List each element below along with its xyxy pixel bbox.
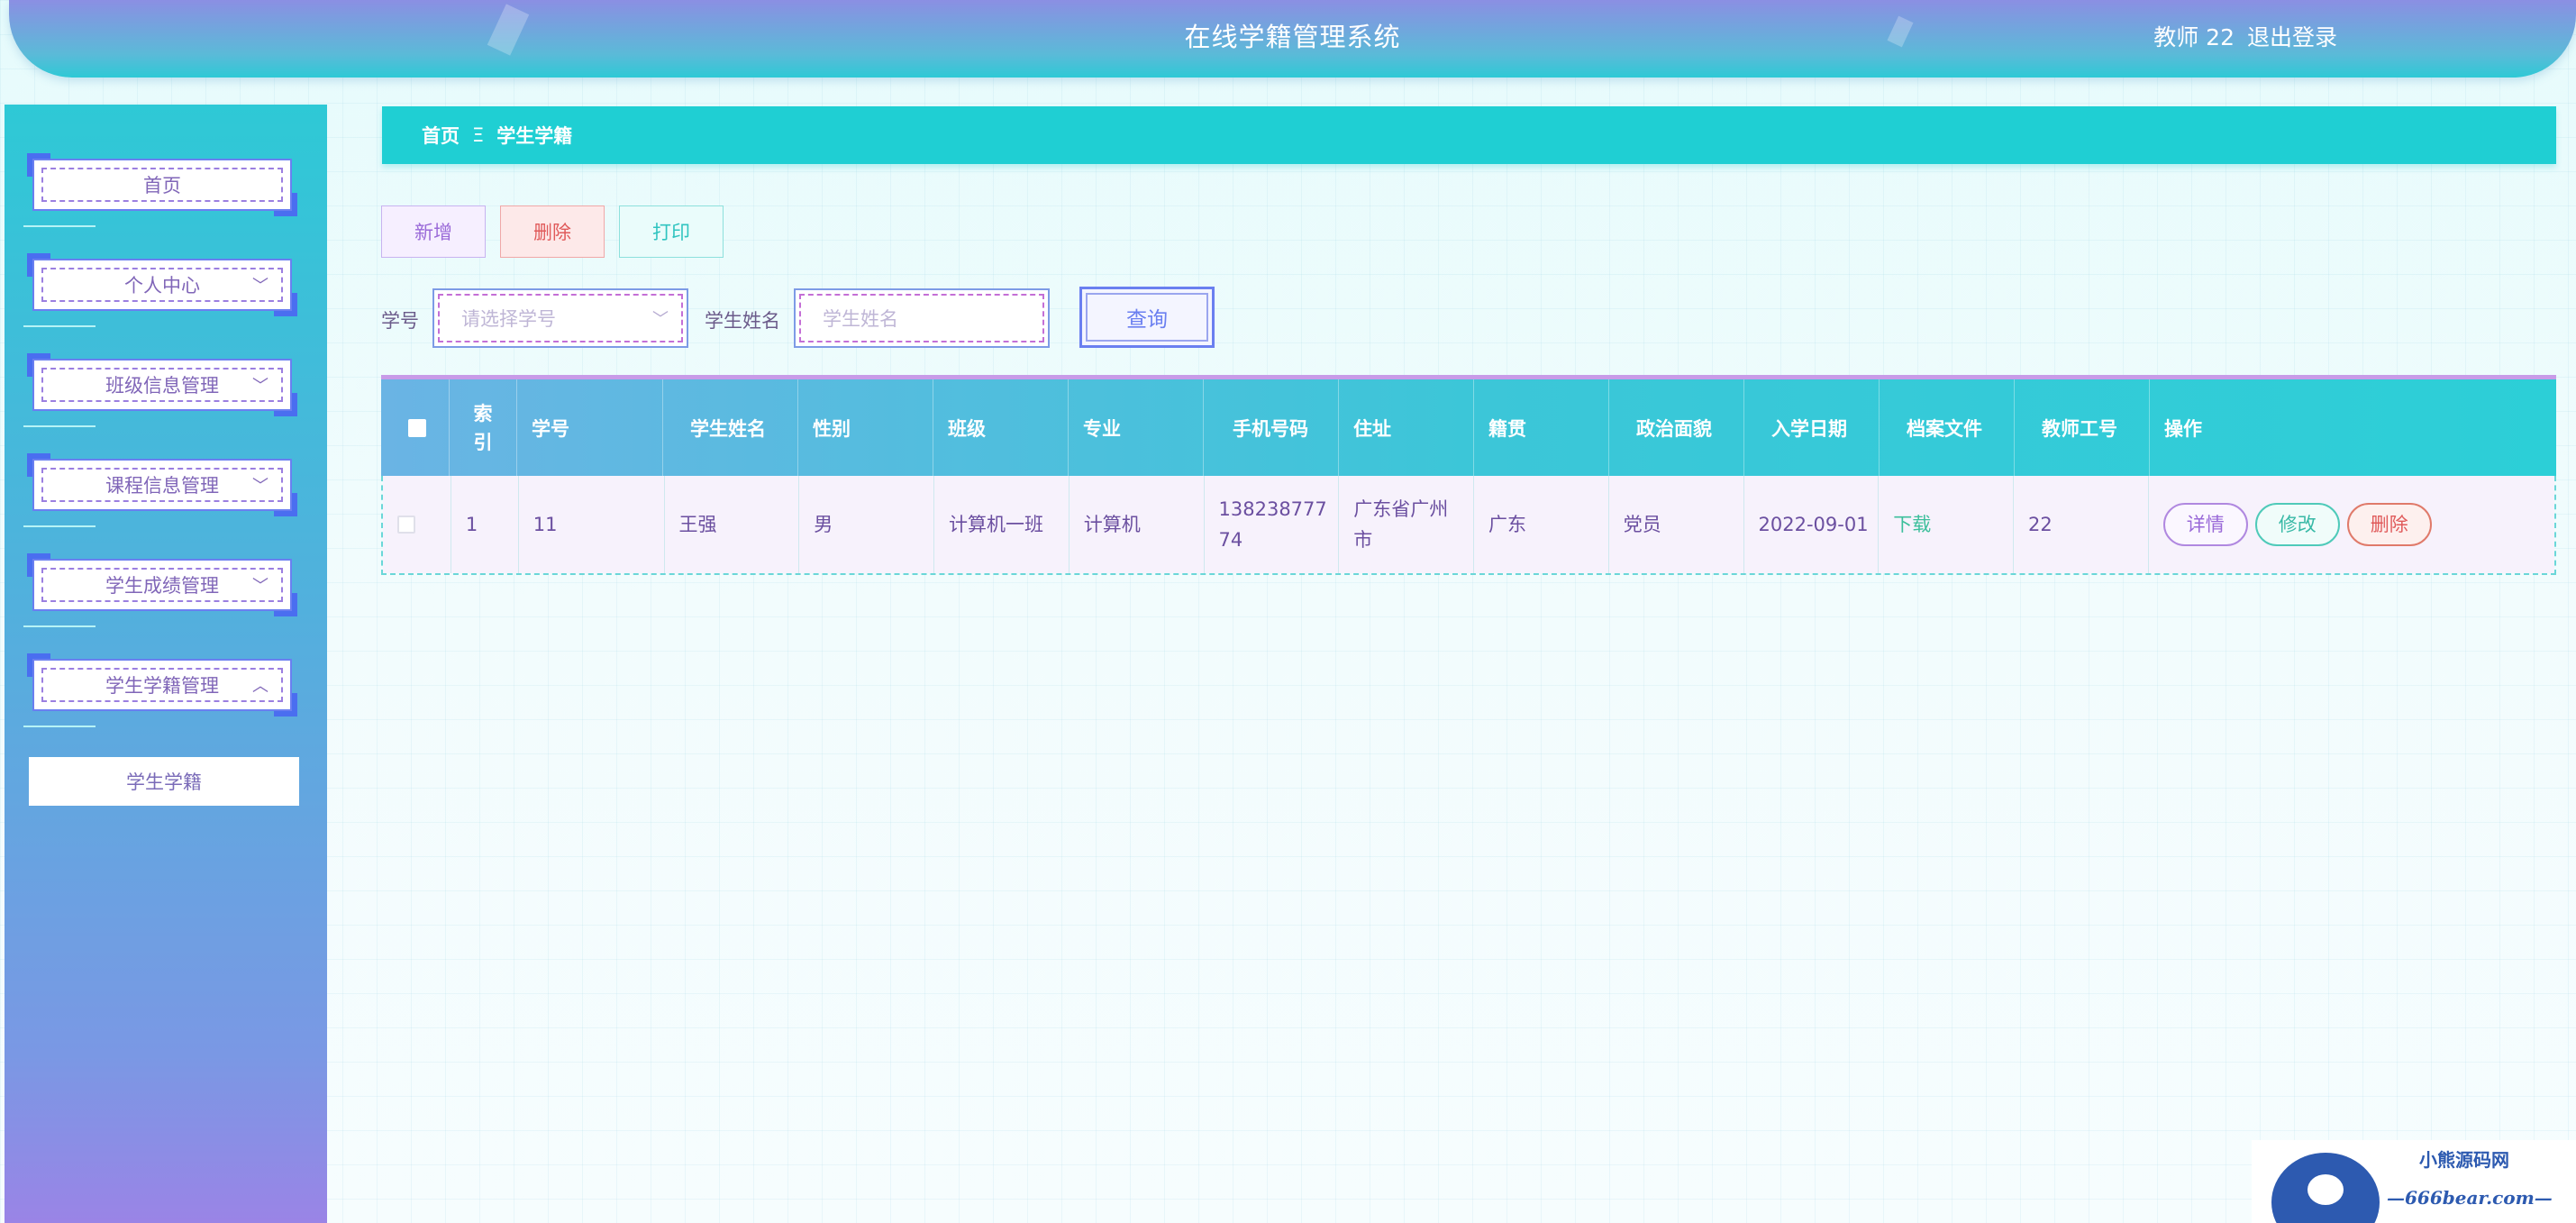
bear-face-icon	[2307, 1174, 2344, 1205]
col-operations: 操作	[2164, 417, 2202, 440]
student-name-input[interactable]: 学生姓名	[794, 288, 1050, 348]
edit-button[interactable]: 修改	[2254, 503, 2340, 546]
chevron-up-icon: ︿	[252, 677, 269, 696]
header-user-area: 教师 22 退出登录	[2153, 20, 2337, 52]
breadcrumb-separator-icon: Ξ	[472, 124, 485, 146]
col-enroll-date: 入学日期	[1744, 379, 1880, 476]
sidebar-subitem-student-records[interactable]: 学生学籍	[29, 757, 299, 806]
student-name-placeholder: 学生姓名	[823, 308, 898, 330]
cell-political: 党员	[1609, 476, 1744, 573]
cell-major: 计算机	[1070, 476, 1205, 573]
sidebar-item-profile[interactable]: 个人中心 ﹀	[23, 253, 297, 327]
cell-gender: 男	[799, 476, 935, 573]
student-no-label: 学号	[381, 310, 419, 332]
col-phone: 手机号码	[1204, 379, 1339, 476]
col-major: 专业	[1069, 379, 1204, 476]
watermark-title: 小熊源码网	[2419, 1149, 2509, 1171]
sidebar-item-label: 个人中心	[124, 275, 200, 297]
logout-link[interactable]: 退出登录	[2247, 24, 2337, 50]
query-button[interactable]: 查询	[1079, 287, 1215, 348]
watermark-url: —666bear.com—	[2387, 1187, 2553, 1209]
chevron-down-icon: ﹀	[252, 577, 269, 596]
detail-button[interactable]: 详情	[2162, 503, 2248, 546]
row-checkbox[interactable]	[397, 516, 415, 534]
table-header: 索引 学号 学生姓名 性别 班级 专业 手机号码 住址 籍贯 政治面貌 入学日期…	[381, 379, 2556, 476]
cell-enroll-date: 2022-09-01	[1744, 476, 1880, 573]
cell-phone: 138238777 74	[1205, 476, 1340, 573]
col-class: 班级	[933, 379, 1069, 476]
row-select-cell	[383, 476, 451, 573]
sidebar-item-enrollment[interactable]: 学生学籍管理 ︿	[23, 653, 297, 727]
col-native-place: 籍贯	[1474, 379, 1609, 476]
breadcrumb-home[interactable]: 首页	[422, 122, 460, 149]
col-political: 政治面貌	[1609, 379, 1744, 476]
sidebar-item-label: 学生学籍管理	[105, 675, 219, 697]
sidebar-item-label: 学生成绩管理	[105, 575, 219, 597]
col-student-no: 学号	[517, 379, 663, 476]
sidebar-item-course-info[interactable]: 课程信息管理 ﹀	[23, 453, 297, 527]
chevron-down-icon: ﹀	[252, 477, 269, 496]
cell-student-no: 11	[519, 476, 665, 573]
sidebar-item-home[interactable]: 首页	[23, 153, 297, 227]
student-no-select[interactable]: 请选择学号 ﹀	[432, 288, 688, 348]
table-body: 1 11 王强 男 计算机一班 计算机 138238777 74 广东省广州 市…	[381, 476, 2556, 575]
cell-index: 1	[451, 476, 519, 573]
top-header: 在线学籍管理系统 教师 22 退出登录	[9, 0, 2576, 78]
sidebar-item-label: 班级信息管理	[105, 375, 219, 397]
student-name-label: 学生姓名	[705, 310, 780, 332]
add-button[interactable]: 新增	[381, 205, 486, 258]
cell-operations: 详情 修改 删除	[2149, 476, 2554, 573]
row-delete-button[interactable]: 删除	[2346, 503, 2432, 546]
student-records-table: 索引 学号 学生姓名 性别 班级 专业 手机号码 住址 籍贯 政治面貌 入学日期…	[381, 375, 2556, 575]
download-link[interactable]: 下载	[1893, 509, 1931, 540]
col-file: 档案文件	[1880, 379, 2015, 476]
breadcrumb-current: 学生学籍	[496, 125, 573, 147]
col-index: 索引	[450, 379, 517, 476]
cell-file: 下载	[1879, 476, 2015, 573]
select-all-cell	[381, 379, 450, 476]
col-student-name: 学生姓名	[663, 379, 798, 476]
breadcrumb: 首页 Ξ 学生学籍	[382, 106, 2556, 164]
cell-native-place: 广东	[1474, 476, 1609, 573]
cell-teacher-no: 22	[2014, 476, 2149, 573]
col-gender: 性别	[798, 379, 933, 476]
select-all-checkbox[interactable]	[408, 418, 426, 437]
student-no-placeholder: 请选择学号	[461, 308, 556, 330]
table-row: 1 11 王强 男 计算机一班 计算机 138238777 74 广东省广州 市…	[383, 476, 2554, 573]
sidebar-item-class-info[interactable]: 班级信息管理 ﹀	[23, 353, 297, 427]
sidebar-item-label: 课程信息管理	[105, 475, 219, 497]
current-user: 教师 22	[2153, 24, 2235, 50]
sidebar-item-grades[interactable]: 学生成绩管理 ﹀	[23, 553, 297, 627]
sidebar-item-label: 首页	[143, 175, 181, 196]
col-address: 住址	[1339, 379, 1474, 476]
print-button[interactable]: 打印	[619, 205, 724, 258]
col-teacher-no: 教师工号	[2015, 379, 2150, 476]
chevron-down-icon: ﹀	[252, 277, 269, 296]
chevron-down-icon: ﹀	[252, 377, 269, 396]
cell-address: 广东省广州 市	[1339, 476, 1475, 573]
delete-button[interactable]: 删除	[500, 205, 605, 258]
cell-student-name: 王强	[665, 476, 800, 573]
watermark: 小熊源码网 —666bear.com—	[2252, 1140, 2576, 1223]
cell-class: 计算机一班	[934, 476, 1070, 573]
chevron-down-icon: ﹀	[652, 310, 669, 329]
